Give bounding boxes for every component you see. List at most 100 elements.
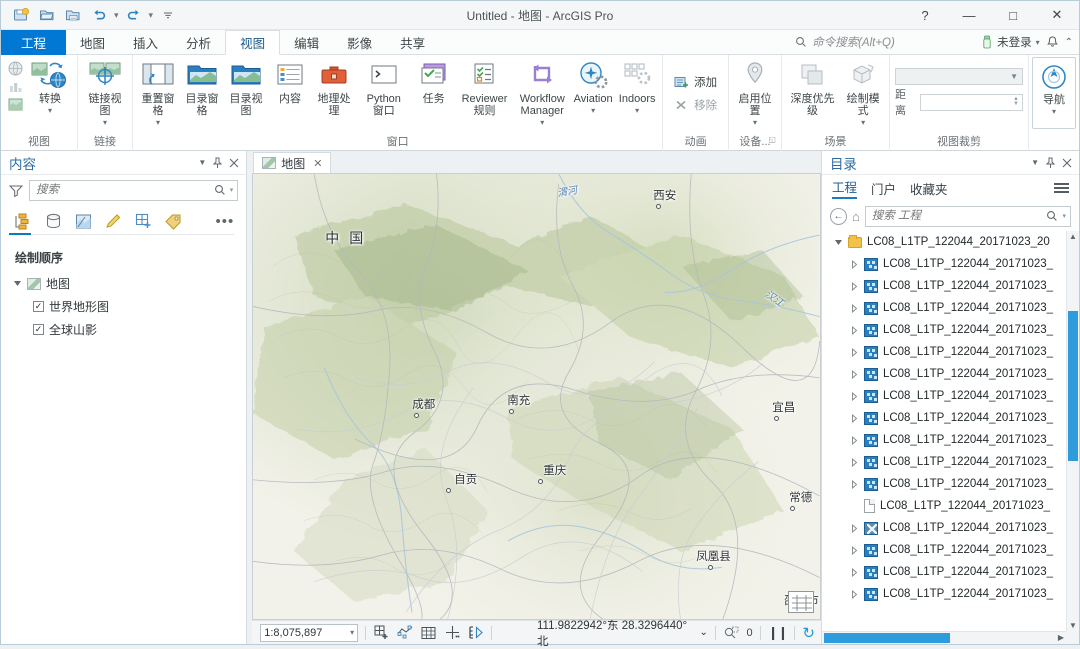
contents-layer-world-terrain[interactable]: ✓ 世界地形图: [1, 295, 246, 318]
catalog-folder-row[interactable]: LC08_L1TP_122044_20171023_20: [822, 231, 1079, 253]
tasks-button[interactable]: 任务: [412, 57, 456, 129]
command-search[interactable]: 命令搜索(Alt+Q): [795, 34, 975, 50]
ribbon-tab-map[interactable]: 地图: [66, 30, 119, 55]
catalog-tab-favorites[interactable]: 收藏夹: [910, 179, 948, 198]
clip-distance-input[interactable]: ▲ ▼: [919, 93, 1023, 111]
catalog-menu-caret-icon[interactable]: ▼: [1031, 158, 1039, 167]
contents-layer-world-hillshade[interactable]: ✓ 全球山影: [1, 318, 246, 341]
redo-button[interactable]: [122, 4, 146, 26]
reviewer-rules-button[interactable]: Reviewer 规则: [456, 57, 514, 129]
contents-more-button[interactable]: •••: [215, 213, 238, 230]
contents-button[interactable]: 内容: [268, 57, 312, 129]
contents-map-node[interactable]: 地图: [1, 272, 246, 295]
ribbon-tab-analysis[interactable]: 分析: [172, 30, 225, 55]
catalog-item-row[interactable]: LC08_L1TP_122044_20171023_: [822, 341, 1079, 363]
chart-icon[interactable]: [7, 78, 24, 95]
save-project-button[interactable]: [9, 4, 33, 26]
catalog-menu-button[interactable]: [1054, 183, 1069, 193]
draw-mode-button[interactable]: 绘制模式 ▾: [840, 57, 886, 129]
catalog-tab-project[interactable]: 工程: [831, 177, 857, 199]
minimize-button[interactable]: —: [947, 1, 991, 30]
map-coordinates-caret-icon[interactable]: ⌄: [699, 627, 707, 638]
catalog-item-row[interactable]: LC08_L1TP_122044_20171023_: [822, 407, 1079, 429]
attribute-table-icon[interactable]: [420, 624, 437, 641]
select-features-icon[interactable]: [397, 624, 414, 641]
close-button[interactable]: ✕: [1035, 1, 1079, 30]
ribbon-tab-insert[interactable]: 插入: [119, 30, 172, 55]
list-by-selection-tab[interactable]: [69, 208, 97, 234]
refresh-button[interactable]: ↻: [802, 624, 815, 642]
chevron-right-icon[interactable]: [850, 369, 859, 379]
catalog-item-row[interactable]: LC08_L1TP_122044_20171023_: [822, 275, 1079, 297]
map-scale-selector[interactable]: 1:8,075,897 ▾: [260, 623, 359, 642]
catalog-item-row[interactable]: LC08_L1TP_122044_20171023_: [822, 561, 1079, 583]
chevron-right-icon[interactable]: [850, 523, 859, 533]
chevron-right-icon[interactable]: [850, 347, 859, 357]
catalog-item-row[interactable]: LC08_L1TP_122044_20171023_: [822, 517, 1079, 539]
contents-menu-caret-icon[interactable]: ▼: [198, 158, 206, 167]
scroll-up-icon[interactable]: ▲: [1067, 232, 1079, 241]
chevron-down-icon[interactable]: [13, 279, 22, 288]
catalog-vertical-scroll-thumb[interactable]: [1068, 311, 1078, 461]
collapse-ribbon-icon[interactable]: ⌃: [1065, 37, 1073, 48]
catalog-search-caret-icon[interactable]: ▾: [1062, 212, 1066, 220]
view-tab-close-icon[interactable]: ✕: [313, 157, 322, 170]
workflow-manager-button[interactable]: Workflow Manager ▾: [513, 57, 571, 129]
pin-icon[interactable]: [1046, 157, 1055, 169]
catalog-horizontal-scrollbar[interactable]: ▶: [821, 631, 1066, 644]
search-icon[interactable]: [214, 184, 226, 196]
catalog-tree[interactable]: LC08_L1TP_122044_20171023_20 LC08_L1TP_1…: [821, 231, 1079, 644]
indoors-caret-icon[interactable]: ▾: [635, 106, 639, 115]
catalog-search-box[interactable]: ▾: [864, 205, 1071, 227]
list-by-snapping-tab[interactable]: [129, 208, 157, 234]
catalog-home-icon[interactable]: ⌂: [852, 209, 860, 224]
enable-location-caret-icon[interactable]: ▾: [753, 118, 757, 127]
explore-icon[interactable]: [444, 624, 461, 641]
clip-distance-stepper[interactable]: ▲ ▼: [1013, 96, 1019, 107]
notifications-icon[interactable]: [1046, 35, 1059, 49]
enable-location-button[interactable]: 启用位置 ▾: [732, 57, 778, 129]
python-window-button[interactable]: Python 窗口: [356, 57, 412, 129]
help-button[interactable]: ?: [903, 1, 947, 30]
chevron-down-icon[interactable]: [834, 238, 843, 247]
remove-animation-button[interactable]: 移除: [670, 95, 721, 115]
chevron-right-icon[interactable]: [850, 391, 859, 401]
catalog-back-button[interactable]: ←: [829, 207, 847, 225]
contents-search-input[interactable]: [34, 183, 210, 197]
catalog-pane-button[interactable]: 目录窗格: [180, 57, 224, 129]
ribbon-tab-share[interactable]: 共享: [386, 30, 439, 55]
chevron-right-icon[interactable]: [850, 325, 859, 335]
catalog-item-row[interactable]: LC08_L1TP_122044_20171023_: [822, 495, 1079, 517]
add-data-icon[interactable]: [373, 624, 390, 641]
scroll-right-icon[interactable]: ▶: [1058, 633, 1064, 642]
ribbon-tab-project[interactable]: 工程: [1, 30, 67, 55]
chevron-right-icon[interactable]: [850, 259, 859, 269]
contents-search-box[interactable]: ▾: [29, 179, 239, 201]
search-icon[interactable]: [1046, 210, 1058, 222]
convert-button[interactable]: 转换 ▾: [26, 57, 74, 129]
chevron-right-icon[interactable]: [850, 281, 859, 291]
maximize-button[interactable]: □: [991, 1, 1035, 30]
chevron-right-icon[interactable]: [850, 303, 859, 313]
catalog-vertical-scrollbar[interactable]: ▲ ▼: [1066, 231, 1079, 631]
link-views-button[interactable]: 链接视图 ▾: [81, 57, 129, 129]
aviation-button[interactable]: Aviation ▾: [571, 57, 615, 129]
chevron-right-icon[interactable]: [850, 589, 859, 599]
navigate-button[interactable]: 导航 ▾: [1032, 57, 1076, 129]
filter-icon[interactable]: [9, 184, 23, 197]
reset-panes-button[interactable]: 重置窗格 ▾: [136, 57, 180, 129]
add-animation-button[interactable]: 添加: [670, 72, 721, 92]
chevron-right-icon[interactable]: [850, 413, 859, 423]
aviation-caret-icon[interactable]: ▾: [591, 106, 595, 115]
close-icon[interactable]: [1062, 158, 1072, 168]
open-project-button[interactable]: [35, 4, 59, 26]
draw-mode-caret-icon[interactable]: ▾: [861, 118, 865, 127]
list-by-editing-tab[interactable]: [99, 208, 127, 234]
list-by-drawing-order-tab[interactable]: [9, 208, 37, 234]
chevron-right-icon[interactable]: [850, 457, 859, 467]
link-views-caret-icon[interactable]: ▾: [103, 118, 107, 127]
catalog-item-row[interactable]: LC08_L1TP_122044_20171023_: [822, 451, 1079, 473]
map-overview-box[interactable]: [787, 591, 814, 613]
reset-panes-caret-icon[interactable]: ▾: [156, 118, 160, 127]
layer-visibility-checkbox[interactable]: ✓: [33, 301, 44, 312]
